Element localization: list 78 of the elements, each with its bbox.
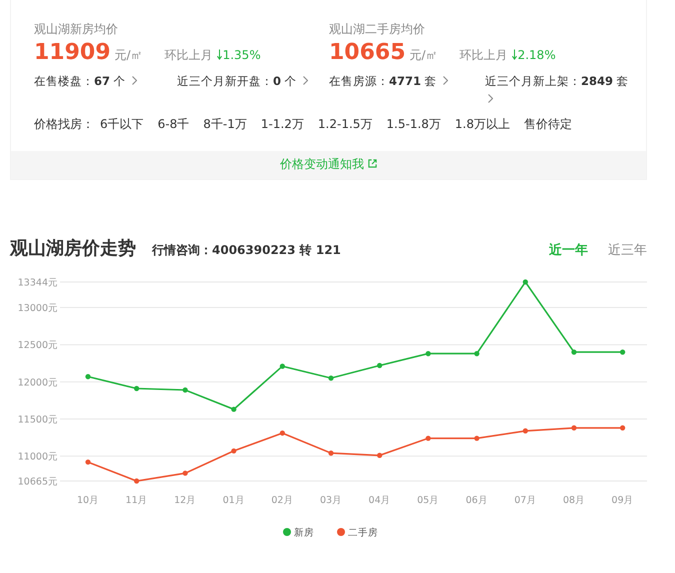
- average-price-title: 观山湖新房均价: [34, 21, 119, 38]
- average-price-title: 观山湖二手房均价: [329, 21, 426, 38]
- price-filter-link[interactable]: 6千以下: [100, 116, 144, 133]
- legend-dot: [337, 528, 345, 536]
- stat-link[interactable]: 在售房源：4771 套: [329, 72, 485, 90]
- x-axis-label: 09月: [612, 495, 634, 506]
- x-axis-label: 10月: [76, 495, 100, 506]
- point: [328, 376, 334, 381]
- point: [134, 386, 140, 392]
- price-unit: 元/㎡: [114, 47, 143, 64]
- x-axis-label: 06月: [466, 495, 488, 506]
- change-label: 环比上月: [164, 47, 213, 64]
- range-tab[interactable]: 近三年: [608, 241, 647, 259]
- section-title: 观山湖房价走势: [10, 237, 136, 260]
- price-filter-link[interactable]: 1.5-1.8万: [386, 116, 441, 133]
- point: [231, 406, 236, 412]
- point: [328, 450, 334, 456]
- chevron-icon: [443, 76, 448, 85]
- point: [280, 364, 285, 369]
- price-filter-label: 价格找房：: [34, 116, 94, 133]
- change-label: 环比上月: [460, 47, 508, 64]
- average-price: 11909: [34, 40, 111, 65]
- x-axis-label: 11月: [126, 495, 148, 506]
- point: [85, 459, 91, 465]
- change-percent: 1.35%: [222, 48, 261, 62]
- chevron-icon: [488, 94, 493, 103]
- legend-label: 二手房: [348, 528, 378, 538]
- point: [426, 436, 431, 441]
- point: [571, 350, 577, 355]
- point: [522, 428, 528, 434]
- x-axis-label: 12月: [174, 495, 196, 506]
- x-axis-label: 05月: [417, 495, 440, 506]
- price-filter-link[interactable]: 1-1.2万: [260, 116, 304, 133]
- point: [182, 387, 188, 393]
- hotline-text: 行情咨询：4006390223 转 121: [152, 242, 341, 259]
- point: [377, 362, 382, 368]
- price-filter-link[interactable]: 1.2-1.5万: [318, 116, 372, 133]
- y-axis-label: 11500元: [18, 414, 58, 426]
- y-axis-label: 12000元: [18, 377, 58, 388]
- y-axis-label: 12500元: [18, 340, 58, 352]
- point: [522, 279, 528, 285]
- point: [474, 436, 480, 441]
- point: [571, 425, 577, 430]
- legend-label: 新房: [294, 528, 314, 538]
- x-axis-label: 07月: [514, 495, 536, 506]
- price-unit: 元/㎡: [410, 47, 438, 64]
- point: [474, 351, 480, 356]
- price-filter-link[interactable]: 1.8万以上: [454, 116, 510, 133]
- external-link-icon: [368, 159, 377, 168]
- chevron-icon: [132, 76, 138, 85]
- x-axis-label: 08月: [562, 495, 586, 506]
- average-price: 10665: [329, 40, 406, 65]
- x-axis-label: 02月: [271, 495, 294, 506]
- chevron-icon: [303, 76, 308, 85]
- y-axis-label: 13000元: [18, 303, 58, 314]
- y-axis-label: 11000元: [18, 452, 58, 463]
- stat-link[interactable]: 近三个月新上架：2849 套: [485, 72, 635, 108]
- price-filter-link[interactable]: 8千-1万: [203, 116, 247, 133]
- x-axis-label: 04月: [368, 495, 391, 506]
- point: [134, 478, 140, 484]
- point: [620, 425, 626, 430]
- price-filter-link[interactable]: 售价待定: [524, 116, 572, 133]
- point: [426, 351, 431, 356]
- point: [85, 374, 91, 380]
- y-axis-label: 13344元: [18, 278, 58, 288]
- point: [377, 452, 382, 458]
- point: [182, 470, 188, 476]
- point: [280, 430, 285, 436]
- x-axis-label: 03月: [320, 495, 342, 506]
- legend-dot: [283, 528, 291, 536]
- stat-link[interactable]: 在售楼盘：67 个: [34, 72, 177, 90]
- price-filter-link[interactable]: 6-8千: [158, 116, 190, 133]
- x-axis-label: 01月: [222, 495, 245, 506]
- change-percent: 2.18%: [518, 48, 556, 62]
- point: [620, 350, 626, 355]
- stat-link[interactable]: 近三个月新开盘：0 个: [177, 72, 308, 90]
- y-axis-label: 10665元: [18, 476, 58, 488]
- point: [231, 448, 236, 454]
